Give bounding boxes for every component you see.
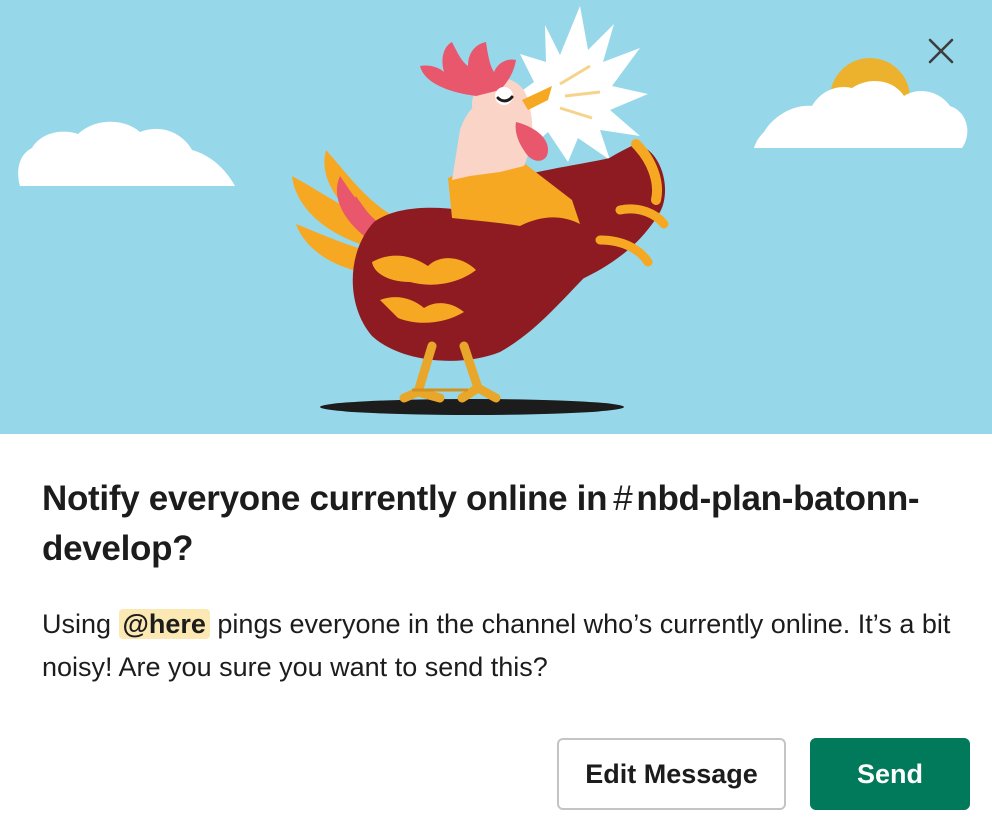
cloud-right [754, 81, 968, 148]
dialog-message: Using @here pings everyone in the channe… [42, 603, 972, 689]
rooster-shadow [320, 399, 624, 415]
cloud-left [18, 121, 235, 186]
here-mention-badge: @here [118, 609, 210, 639]
edit-message-button[interactable]: Edit Message [557, 738, 786, 810]
rooster-illustration [0, 0, 992, 434]
message-before: Using [42, 609, 119, 639]
send-button[interactable]: Send [810, 738, 970, 810]
close-icon [928, 38, 954, 64]
rooster-illustration-art [18, 6, 968, 415]
close-button[interactable] [928, 38, 972, 82]
title-prefix: Notify everyone currently online in [42, 479, 608, 518]
dialog-title: Notify everyone currently online in # nbd-… [42, 474, 952, 574]
title-suffix: ? [172, 529, 194, 568]
channel-hash-icon: # [613, 479, 633, 518]
notify-here-modal: Notify everyone currently online in # nbd-… [0, 0, 992, 824]
